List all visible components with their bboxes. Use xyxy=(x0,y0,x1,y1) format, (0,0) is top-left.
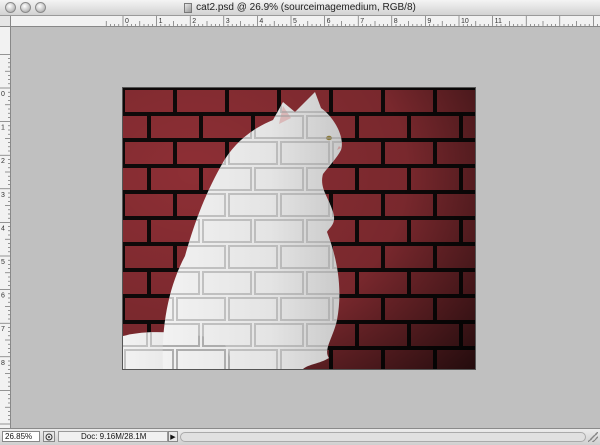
ruler-top-label: 2 xyxy=(192,18,196,25)
ruler-top-label: 9 xyxy=(427,18,431,25)
ruler-left-label: 8 xyxy=(1,360,5,367)
ruler-top-label: 0 xyxy=(125,18,129,25)
horizontal-scrollbar[interactable] xyxy=(180,432,586,442)
ruler-top-label: 1 xyxy=(159,18,163,25)
ruler-origin[interactable] xyxy=(0,16,11,27)
status-options-arrow[interactable]: ▶ xyxy=(168,431,178,442)
ruler-top-label: 8 xyxy=(394,18,398,25)
ruler-left-label: 1 xyxy=(1,125,5,132)
ruler-top-label: 4 xyxy=(259,18,263,25)
document-size-info: Doc: 9.16M/28.1M xyxy=(58,431,168,442)
horizontal-ruler-ticks: 0 1 2 3 4 5 6 7 8 9 10 11 xyxy=(105,16,598,26)
status-menu-glyph xyxy=(45,433,53,440)
window-title: cat2.psd @ 26.9% (sourceimagemedium, RGB… xyxy=(196,2,416,13)
ruler-left-label: 7 xyxy=(1,326,5,333)
resize-grip-icon[interactable] xyxy=(588,432,598,442)
window-title-group: cat2.psd @ 26.9% (sourceimagemedium, RGB… xyxy=(0,0,600,15)
canvas-area[interactable] xyxy=(11,27,600,428)
ruler-left-label: 5 xyxy=(1,259,5,266)
title-bar[interactable]: cat2.psd @ 26.9% (sourceimagemedium, RGB… xyxy=(0,0,600,16)
horizontal-ruler[interactable]: 0 1 2 3 4 5 6 7 8 9 10 11 xyxy=(11,16,600,27)
document-artwork[interactable] xyxy=(123,88,475,369)
ruler-left-label: 3 xyxy=(1,192,5,199)
ruler-top-label: 5 xyxy=(293,18,297,25)
photoshop-document-window: cat2.psd @ 26.9% (sourceimagemedium, RGB… xyxy=(0,0,600,445)
ruler-left-label: 4 xyxy=(1,225,5,232)
psd-document-icon xyxy=(184,2,193,13)
ruler-top-label: 10 xyxy=(461,18,469,25)
status-menu-icon[interactable] xyxy=(43,431,55,442)
ruler-left-label: 0 xyxy=(1,91,5,98)
ruler-top-label: 7 xyxy=(360,18,364,25)
vertical-ruler-ticks: 0 1 2 3 4 5 6 7 8 xyxy=(0,54,10,425)
ruler-top-label: 6 xyxy=(327,18,331,25)
ruler-top-label: 11 xyxy=(495,18,502,25)
zoom-level-field[interactable]: 26.85% xyxy=(2,431,40,442)
ruler-left-label: 2 xyxy=(1,158,5,165)
ruler-top-label: 3 xyxy=(226,18,230,25)
ruler-left-label: 6 xyxy=(1,293,5,300)
vertical-ruler[interactable]: 0 1 2 3 4 5 6 7 8 xyxy=(0,27,11,428)
status-bar: 26.85% Doc: 9.16M/28.1M ▶ xyxy=(0,428,600,445)
